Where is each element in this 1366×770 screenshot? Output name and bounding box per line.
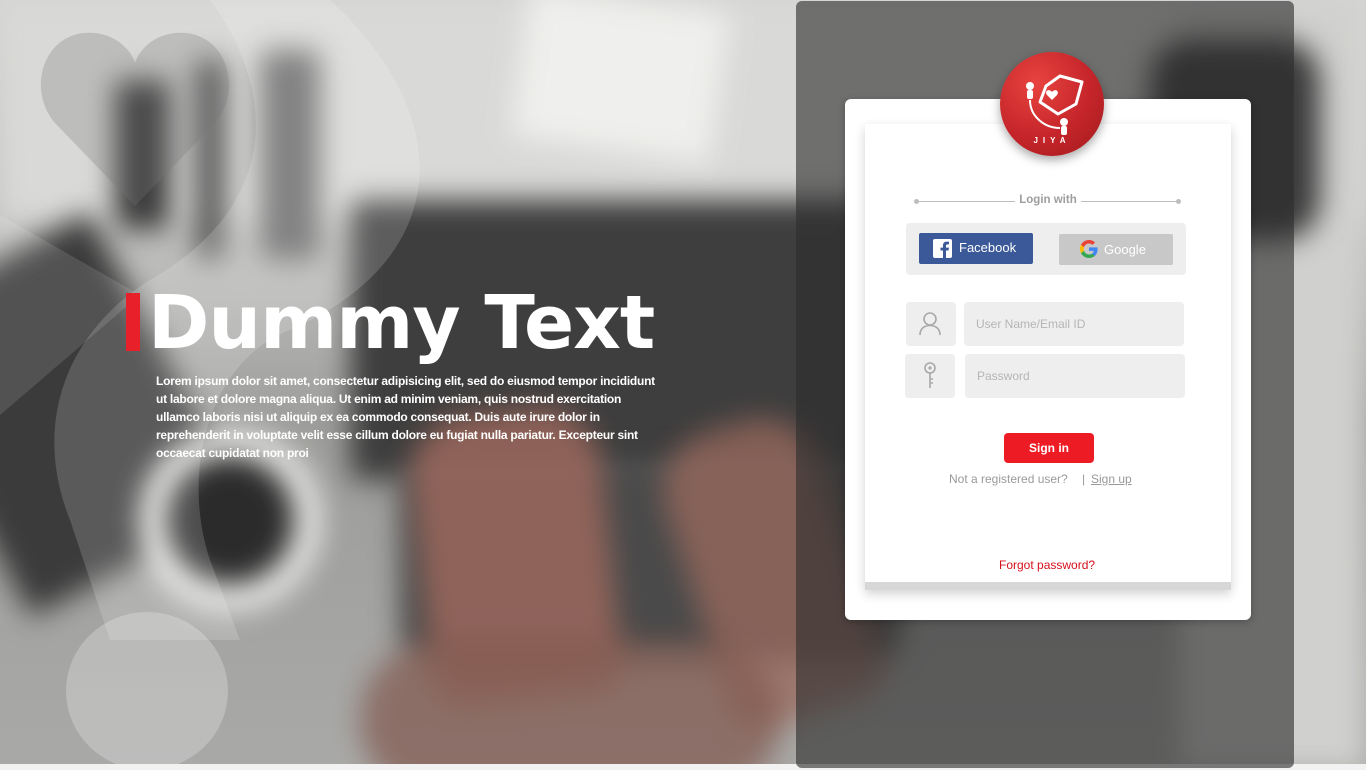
username-input[interactable] <box>964 302 1184 346</box>
hero-title: Dummy Text <box>148 280 655 366</box>
divider-dot-right <box>1176 199 1181 204</box>
login-with-label: Login with <box>1019 194 1077 206</box>
key-icon <box>924 362 936 388</box>
logo-text: JIYA <box>1033 136 1071 145</box>
password-icon-box <box>905 354 955 398</box>
sign-in-button[interactable]: Sign in <box>1004 433 1094 463</box>
password-input[interactable] <box>965 354 1185 398</box>
user-icon <box>919 312 941 336</box>
not-registered-text: Not a registered user? <box>949 472 1068 486</box>
hero-accent-bar <box>126 293 140 351</box>
separator-text: | <box>1082 472 1086 486</box>
facebook-icon <box>933 239 952 258</box>
decorative-circle-shape <box>66 612 228 770</box>
facebook-login-button[interactable]: Facebook <box>919 233 1033 264</box>
sign-up-link[interactable]: Sign up <box>1091 472 1132 486</box>
google-icon <box>1079 239 1099 259</box>
username-icon-box <box>906 302 956 346</box>
divider-dot-left <box>914 199 919 204</box>
facebook-button-label: Facebook <box>959 240 1017 255</box>
divider-left <box>917 201 1015 202</box>
divider-right <box>1081 201 1178 202</box>
forgot-password-link[interactable]: Forgot password? <box>999 558 1095 572</box>
hero-paragraph: Lorem ipsum dolor sit amet, consectetur … <box>156 374 655 460</box>
google-button-label: Google <box>1104 242 1146 257</box>
google-login-button[interactable]: Google <box>1059 234 1173 265</box>
brand-logo: JIYA <box>1000 52 1104 156</box>
